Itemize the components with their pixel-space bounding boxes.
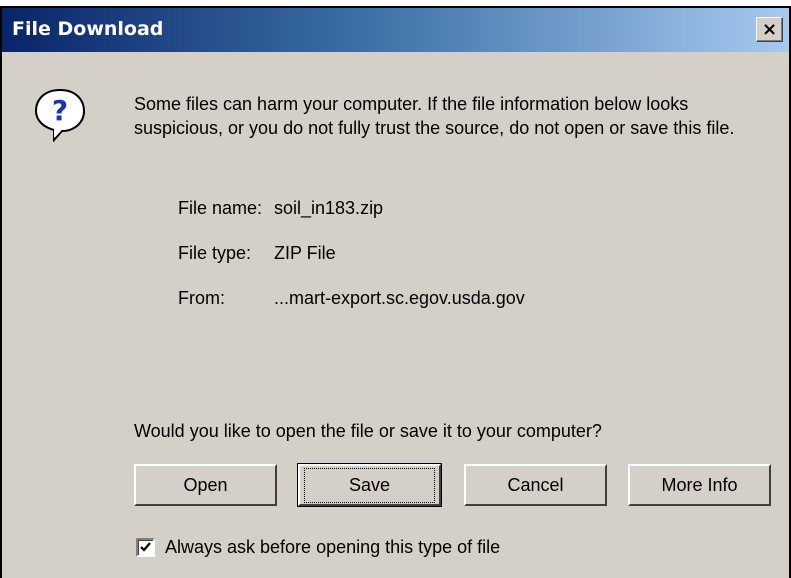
cancel-button[interactable]: Cancel bbox=[464, 464, 607, 506]
checkmark-icon bbox=[140, 542, 151, 552]
file-source-label: From: bbox=[178, 288, 225, 308]
file-name-row: File name: soil_in183.zip bbox=[178, 198, 383, 219]
title-bar[interactable]: File Download × bbox=[2, 8, 789, 52]
save-button-label: Save bbox=[303, 467, 436, 503]
question-icon: ? bbox=[34, 88, 86, 142]
warning-message: Some files can harm your computer. If th… bbox=[134, 94, 735, 138]
more-info-button[interactable]: More Info bbox=[628, 464, 771, 506]
file-name-value: soil_in183.zip bbox=[274, 198, 384, 218]
close-icon: × bbox=[761, 19, 778, 40]
file-type-label: File type: bbox=[178, 243, 252, 263]
window-title: File Download bbox=[12, 18, 164, 40]
cancel-button-label: Cancel bbox=[507, 474, 564, 495]
file-download-dialog: File Download × ? Some files can harm yo… bbox=[0, 6, 791, 578]
file-source-value: ...mart-export.sc.egov.usda.gov bbox=[274, 288, 525, 308]
always-ask-option[interactable]: Always ask before opening this type of f… bbox=[136, 537, 500, 558]
file-type-value: ZIP File bbox=[274, 243, 336, 263]
download-prompt: Would you like to open the file or save … bbox=[134, 421, 602, 441]
file-name-label: File name: bbox=[178, 198, 263, 218]
close-button[interactable]: × bbox=[756, 17, 783, 42]
more-info-button-label: More Info bbox=[661, 474, 738, 495]
open-button[interactable]: Open bbox=[134, 464, 277, 506]
file-source-row: From: ...mart-export.sc.egov.usda.gov bbox=[178, 288, 525, 309]
svg-text:?: ? bbox=[52, 94, 68, 127]
file-type-row: File type: ZIP File bbox=[178, 243, 336, 264]
always-ask-label: Always ask before opening this type of f… bbox=[165, 537, 501, 557]
open-button-label: Open bbox=[183, 474, 228, 495]
always-ask-checkbox[interactable] bbox=[136, 538, 155, 557]
save-button[interactable]: Save bbox=[297, 463, 442, 507]
